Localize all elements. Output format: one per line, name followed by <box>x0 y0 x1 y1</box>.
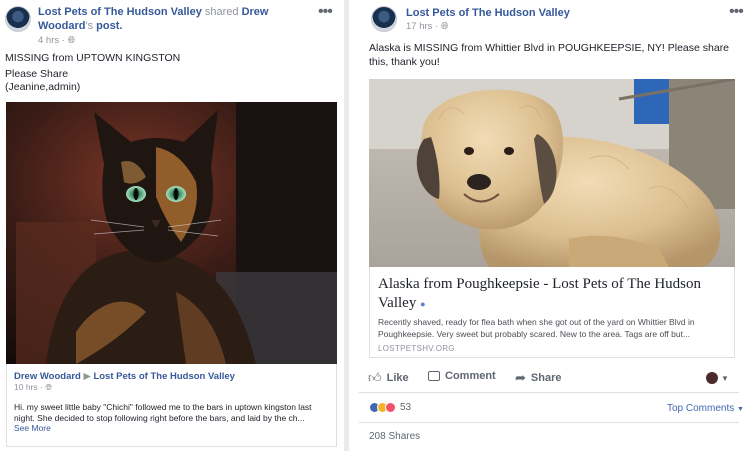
post-timestamp-row: 17 hrs · 🌐︎ <box>406 21 449 32</box>
see-more-link[interactable]: See More <box>14 423 51 433</box>
original-time[interactable]: 10 hrs <box>14 382 38 392</box>
post-line-1: MISSING from UPTOWN KINGSTON <box>5 52 181 64</box>
link-description: Recently shaved, ready for flea bath whe… <box>378 317 695 339</box>
globe-icon: 🌐︎ <box>67 35 76 46</box>
comment-button[interactable]: Comment <box>428 370 496 382</box>
top-comments-filter[interactable]: Top Comments ▼ <box>667 403 744 414</box>
post-header-text: Lost Pets of The Hudson Valley shared Dr… <box>38 6 269 32</box>
divider <box>359 422 739 423</box>
comment-bubble-icon <box>428 371 440 381</box>
post-timestamp[interactable]: 17 hrs <box>406 21 432 32</box>
post-timestamp-row: 4 hrs · 🌐︎ <box>38 35 76 46</box>
page-avatar[interactable] <box>5 6 31 32</box>
post-body-text: Alaska is MISSING from Whittier Blvd in … <box>369 42 730 68</box>
post-line-2: Please Share <box>5 68 69 80</box>
arrow-right-icon: ▶ <box>83 371 91 382</box>
shared-original-post[interactable]: Drew Woodard ▶ Lost Pets of The Hudson V… <box>6 364 337 447</box>
dropdown-caret-icon: ▼ <box>721 373 729 383</box>
more-dots-icon[interactable]: ••• <box>318 3 333 21</box>
page-name-link[interactable]: Lost Pets of The Hudson Valley <box>38 6 202 18</box>
globe-icon: 🌐︎ <box>440 21 449 32</box>
original-time-row: 10 hrs · 🌐︎ <box>14 382 52 392</box>
like-button[interactable]: 👍︎ Like <box>368 370 409 386</box>
tortoiseshell-cat-photo[interactable] <box>6 102 337 364</box>
share-button[interactable]: ➦ Share <box>515 370 561 386</box>
shared-post-card: Lost Pets of The Hudson Valley shared Dr… <box>0 0 344 451</box>
reaction-count: 53 <box>400 402 412 413</box>
reaction-icons <box>369 402 396 413</box>
shared-post-link[interactable]: post. <box>96 20 122 32</box>
shares-count[interactable]: 208 Shares <box>369 431 420 442</box>
link-preview-card[interactable]: Alaska from Poughkeepsie - Lost Pets of … <box>369 267 735 358</box>
dropdown-caret-icon: ▼ <box>737 406 744 413</box>
post-header-text: Lost Pets of The Hudson Valley <box>406 6 570 20</box>
page-avatar[interactable] <box>371 6 397 32</box>
original-target-link[interactable]: Lost Pets of The Hudson Valley <box>93 371 234 382</box>
link-post-card: Lost Pets of The Hudson Valley 17 hrs · … <box>349 0 750 451</box>
globe-icon: 🌐︎ <box>45 382 52 392</box>
link-title: Alaska from Poughkeepsie - Lost Pets of … <box>378 276 702 311</box>
page-name-link[interactable]: Lost Pets of The Hudson Valley <box>406 7 570 19</box>
user-avatar <box>706 372 718 384</box>
original-post-text: Hi. my sweet little baby "Chichi" follow… <box>14 402 312 423</box>
share-arrow-icon: ➦ <box>515 370 526 385</box>
link-domain: LOSTPETSHV.ORG <box>378 344 455 353</box>
original-author-link[interactable]: Drew Woodard <box>14 371 81 382</box>
shaggy-dog-photo[interactable] <box>369 79 735 267</box>
verified-icon: ● <box>420 299 426 309</box>
divider <box>359 392 739 393</box>
reactions-summary[interactable]: 53 <box>369 402 411 413</box>
post-line-3: (Jeanine,admin) <box>5 81 81 93</box>
share-as-selector[interactable]: ▼ <box>706 372 729 384</box>
more-dots-icon[interactable]: ••• <box>729 3 744 21</box>
like-thumb-icon: 👍︎ <box>368 370 382 385</box>
original-post-header: Drew Woodard ▶ Lost Pets of The Hudson V… <box>14 371 235 382</box>
shared-text: shared <box>204 6 239 18</box>
post-timestamp[interactable]: 4 hrs <box>38 35 59 46</box>
